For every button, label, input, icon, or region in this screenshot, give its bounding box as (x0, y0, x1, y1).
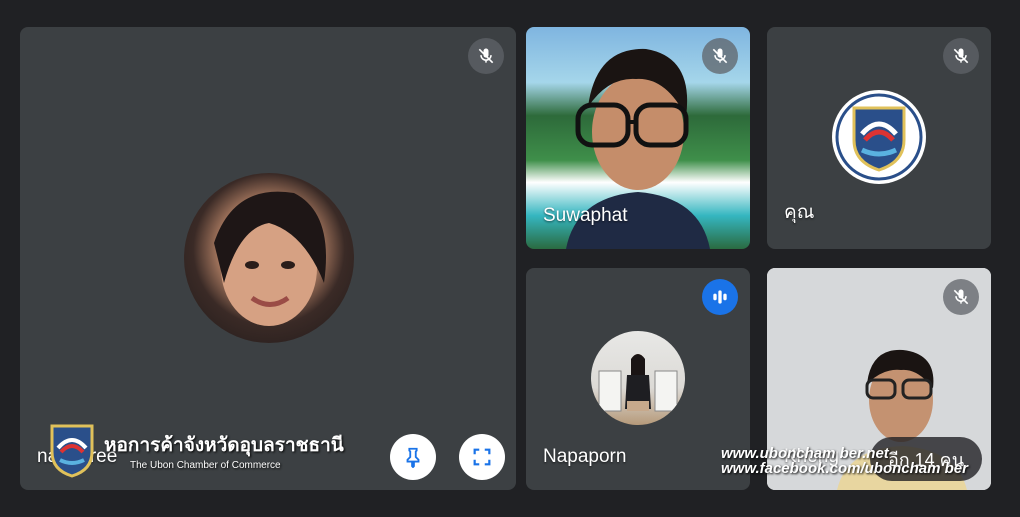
participant-tile-napaporn[interactable]: Napaporn (526, 268, 750, 490)
website-url: www.uboncham ber.net (721, 445, 889, 462)
pin-icon (406, 447, 420, 468)
org-logo-overlay: หอการค้าจังหวัดอุบลราชธานี The Ubon Cham… (48, 422, 344, 478)
mic-off-indicator (468, 38, 504, 74)
facebook-url: www.facebook.com/uboncham ber (721, 460, 968, 477)
mic-off-icon (478, 48, 494, 64)
pin-button[interactable] (390, 434, 436, 480)
participant-avatar (832, 90, 926, 184)
chamber-logo (50, 424, 94, 478)
org-name-english: The Ubon Chamber of Commerce (130, 459, 281, 471)
mic-off-indicator (943, 38, 979, 74)
participant-tile-self[interactable]: คุณ (767, 27, 991, 249)
participant-name: Suwaphat (543, 205, 628, 226)
org-name-thai: หอการค้าจังหวัดอุบลราชธานี (104, 434, 344, 456)
mic-off-icon (712, 48, 728, 64)
participant-avatar (184, 173, 354, 343)
fullscreen-icon (473, 448, 491, 466)
participant-tile-suwaphat[interactable]: Suwaphat (526, 27, 750, 249)
mic-off-indicator (943, 279, 979, 315)
speaking-indicator (702, 279, 738, 315)
participant-name: Napaporn (543, 446, 627, 467)
fullscreen-button[interactable] (459, 434, 505, 480)
audio-level-icon (713, 290, 727, 304)
mic-off-icon (953, 289, 969, 305)
mic-off-icon (953, 48, 969, 64)
watermark-links: www.uboncham ber.net www.facebook.com/ub… (721, 446, 968, 476)
participant-avatar (591, 331, 685, 425)
chamber-logo (835, 93, 923, 181)
participant-tile-main[interactable]: nattharee หอการค้าจังหวัดอุบลราชธานี The… (20, 27, 516, 490)
mic-off-indicator (702, 38, 738, 74)
participant-name: คุณ (784, 202, 815, 223)
